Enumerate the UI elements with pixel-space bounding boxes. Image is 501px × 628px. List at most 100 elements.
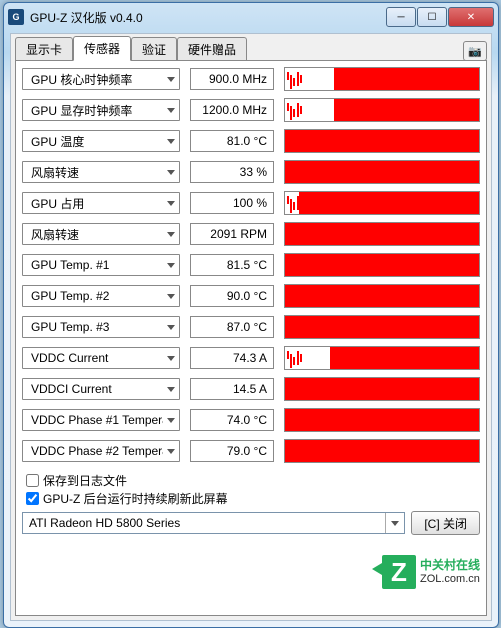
camera-icon: 📷 xyxy=(468,45,482,58)
maximize-button[interactable]: ☐ xyxy=(417,7,447,27)
sensor-label-dropdown[interactable]: VDDC Phase #2 Temperatu xyxy=(22,440,180,462)
chevron-down-icon xyxy=(167,325,175,330)
tab-hardware-gift[interactable]: 硬件赠品 xyxy=(177,37,247,61)
sensor-graph[interactable] xyxy=(284,439,480,463)
chevron-down-icon xyxy=(167,139,175,144)
chevron-down-icon xyxy=(167,356,175,361)
minimize-button[interactable]: ─ xyxy=(386,7,416,27)
watermark-en: ZOL.com.cn xyxy=(420,573,480,585)
close-window-button[interactable]: ✕ xyxy=(448,7,494,27)
sensor-label-dropdown[interactable]: GPU Temp. #2 xyxy=(22,285,180,307)
tab-display-card[interactable]: 显示卡 xyxy=(15,37,73,61)
background-refresh-input[interactable] xyxy=(26,492,39,505)
chevron-down-icon xyxy=(167,418,175,423)
watermark: Z 中关村在线 ZOL.com.cn xyxy=(382,555,480,589)
watermark-logo: Z xyxy=(382,555,416,589)
sensor-graph[interactable] xyxy=(284,67,480,91)
log-file-checkbox[interactable]: 保存到日志文件 xyxy=(22,472,480,489)
sensor-value[interactable]: 74.3 A xyxy=(190,347,274,369)
sensor-graph[interactable] xyxy=(284,284,480,308)
window-title: GPU-Z 汉化版 v0.4.0 xyxy=(30,9,385,26)
sensor-graph[interactable] xyxy=(284,160,480,184)
background-refresh-checkbox[interactable]: GPU-Z 后台运行时持续刷新此屏幕 xyxy=(22,490,480,507)
sensor-graph[interactable] xyxy=(284,377,480,401)
watermark-cn: 中关村在线 xyxy=(420,559,480,572)
close-button[interactable]: [C] 关闭 xyxy=(411,511,480,535)
sensor-row: GPU 占用 100 % xyxy=(22,191,480,215)
sensor-graph[interactable] xyxy=(284,346,480,370)
sensor-row: GPU Temp. #3 87.0 °C xyxy=(22,315,480,339)
sensor-label-dropdown[interactable]: GPU 温度 xyxy=(22,130,180,152)
sensor-label-dropdown[interactable]: VDDC Phase #1 Temperatu xyxy=(22,409,180,431)
sensor-value[interactable]: 81.5 °C xyxy=(190,254,274,276)
sensor-label-dropdown[interactable]: GPU Temp. #1 xyxy=(22,254,180,276)
tab-strip: 显示卡 传感器 验证 硬件赠品 📷 xyxy=(11,34,491,61)
sensor-value[interactable]: 90.0 °C xyxy=(190,285,274,307)
screenshot-button[interactable]: 📷 xyxy=(463,41,487,61)
gpu-select[interactable]: ATI Radeon HD 5800 Series xyxy=(22,512,405,534)
sensor-row: VDDC Current 74.3 A xyxy=(22,346,480,370)
tab-validation[interactable]: 验证 xyxy=(131,37,177,61)
sensor-value[interactable]: 33 % xyxy=(190,161,274,183)
options-area: 保存到日志文件 GPU-Z 后台运行时持续刷新此屏幕 ATI Radeon HD… xyxy=(22,472,480,535)
sensor-graph[interactable] xyxy=(284,315,480,339)
sensor-value[interactable]: 100 % xyxy=(190,192,274,214)
sensor-value[interactable]: 14.5 A xyxy=(190,378,274,400)
background-refresh-label: GPU-Z 后台运行时持续刷新此屏幕 xyxy=(43,490,228,507)
sensor-value[interactable]: 1200.0 MHz xyxy=(190,99,274,121)
tab-sensors[interactable]: 传感器 xyxy=(73,36,131,61)
app-icon: G xyxy=(8,9,24,25)
log-file-label: 保存到日志文件 xyxy=(43,472,127,489)
chevron-down-icon xyxy=(167,294,175,299)
sensor-label: GPU Temp. #2 xyxy=(31,289,163,303)
chevron-down-icon xyxy=(167,108,175,113)
chevron-down-icon xyxy=(167,232,175,237)
sensor-label: GPU Temp. #3 xyxy=(31,320,163,334)
sensor-value[interactable]: 79.0 °C xyxy=(190,440,274,462)
sensor-graph[interactable] xyxy=(284,98,480,122)
titlebar[interactable]: G GPU-Z 汉化版 v0.4.0 ─ ☐ ✕ xyxy=(4,3,498,31)
sensor-row: 风扇转速 2091 RPM xyxy=(22,222,480,246)
log-file-input[interactable] xyxy=(26,474,39,487)
app-window: G GPU-Z 汉化版 v0.4.0 ─ ☐ ✕ 显示卡 传感器 验证 硬件赠品… xyxy=(3,2,499,628)
sensor-label-dropdown[interactable]: GPU 显存时钟频率 xyxy=(22,99,180,121)
chevron-down-icon xyxy=(167,77,175,82)
sensor-label: VDDC Phase #2 Temperatu xyxy=(31,444,163,458)
sensor-value[interactable]: 900.0 MHz xyxy=(190,68,274,90)
sensor-value[interactable]: 74.0 °C xyxy=(190,409,274,431)
chevron-down-icon xyxy=(167,170,175,175)
sensor-label: GPU 占用 xyxy=(31,195,163,212)
sensor-label-dropdown[interactable]: VDDC Current xyxy=(22,347,180,369)
chevron-down-icon xyxy=(167,263,175,268)
sensor-label: VDDCI Current xyxy=(31,382,163,396)
chevron-down-icon xyxy=(391,521,399,526)
sensor-label-dropdown[interactable]: 风扇转速 xyxy=(22,223,180,245)
sensor-label-dropdown[interactable]: GPU 核心时钟频率 xyxy=(22,68,180,90)
sensor-label-dropdown[interactable]: VDDCI Current xyxy=(22,378,180,400)
sensor-label-dropdown[interactable]: GPU Temp. #3 xyxy=(22,316,180,338)
client-area: 显示卡 传感器 验证 硬件赠品 📷 GPU 核心时钟频率900.0 MHzGPU… xyxy=(10,33,492,621)
sensor-label: 风扇转速 xyxy=(31,226,163,243)
sensor-label: VDDC Current xyxy=(31,351,163,365)
gpu-select-dropdown-button[interactable] xyxy=(385,513,404,533)
sensor-row: GPU 核心时钟频率 900.0 MHz xyxy=(22,67,480,91)
sensor-graph[interactable] xyxy=(284,222,480,246)
sensor-row: GPU Temp. #1 81.5 °C xyxy=(22,253,480,277)
sensor-label: GPU Temp. #1 xyxy=(31,258,163,272)
sensor-value[interactable]: 81.0 °C xyxy=(190,130,274,152)
sensor-value[interactable]: 2091 RPM xyxy=(190,223,274,245)
sensor-row: VDDCI Current 14.5 A xyxy=(22,377,480,401)
sensor-row: VDDC Phase #2 Temperatu 79.0 °C xyxy=(22,439,480,463)
sensor-value[interactable]: 87.0 °C xyxy=(190,316,274,338)
sensor-label-dropdown[interactable]: 风扇转速 xyxy=(22,161,180,183)
sensor-rows: GPU 核心时钟频率 900.0 MHz GPU 显存时钟频率 1200.0 MHz G… xyxy=(22,67,480,470)
sensor-label: GPU 显存时钟频率 xyxy=(31,102,163,119)
sensor-graph[interactable] xyxy=(284,129,480,153)
sensor-graph[interactable] xyxy=(284,408,480,432)
sensor-row: GPU Temp. #2 90.0 °C xyxy=(22,284,480,308)
sensor-label-dropdown[interactable]: GPU 占用 xyxy=(22,192,180,214)
sensor-row: GPU 温度 81.0 °C xyxy=(22,129,480,153)
sensor-graph[interactable] xyxy=(284,191,480,215)
gpu-select-value: ATI Radeon HD 5800 Series xyxy=(29,516,385,530)
sensor-graph[interactable] xyxy=(284,253,480,277)
